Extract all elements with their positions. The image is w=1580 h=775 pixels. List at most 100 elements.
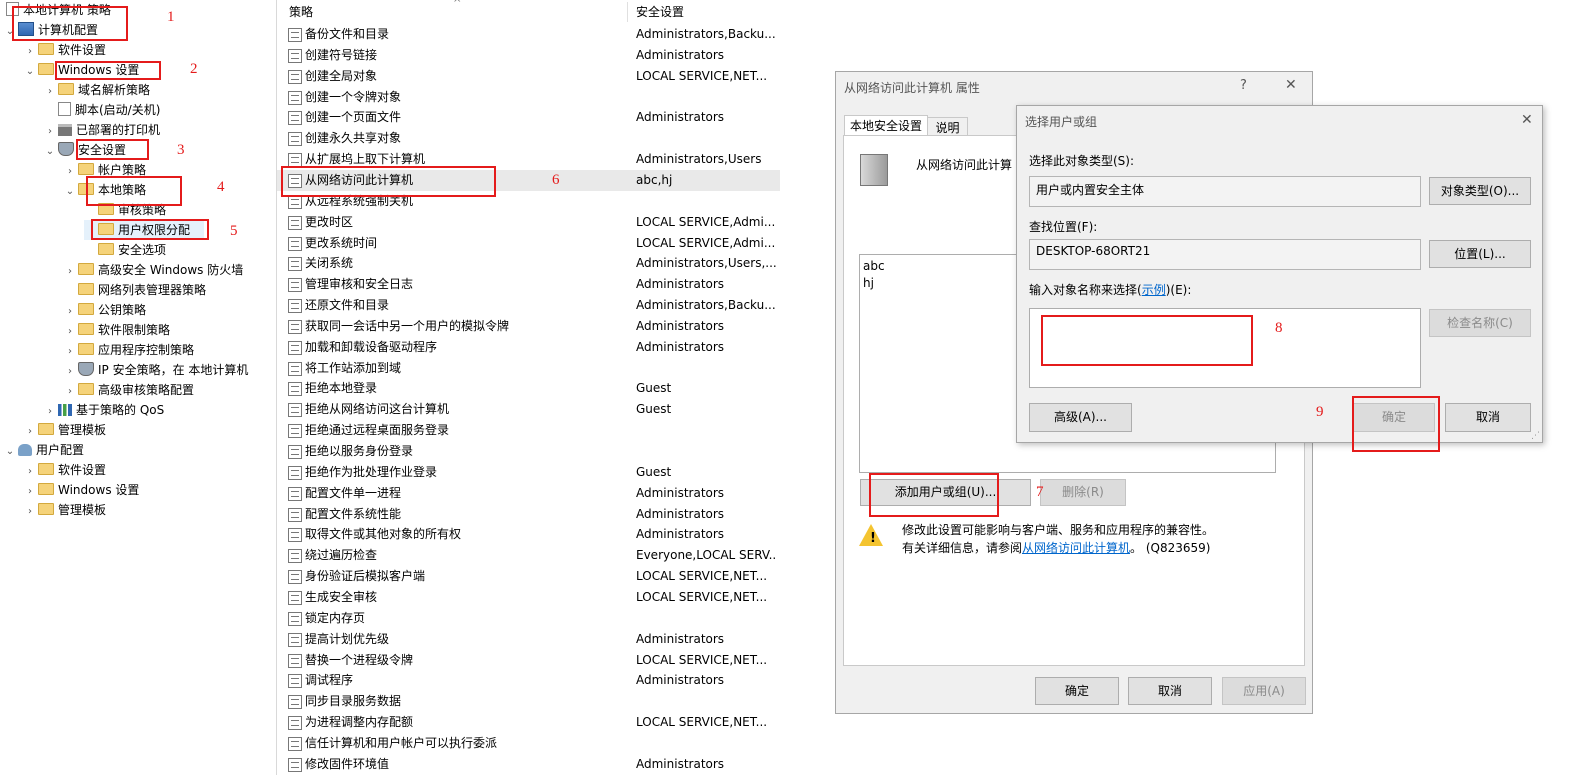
table-row[interactable]: 创建永久共享对象 [277, 128, 780, 149]
resize-grip-icon[interactable]: ⋰ [1531, 431, 1540, 441]
table-row[interactable]: 将工作站添加到域 [277, 358, 780, 379]
tree-u-admin-templates[interactable]: › 管理模板 [24, 500, 106, 520]
table-row[interactable]: 创建符号链接 Administrators [277, 45, 780, 66]
chevron-right-icon[interactable]: › [64, 262, 76, 282]
tree-software-settings[interactable]: › 软件设置 [24, 40, 106, 60]
table-row[interactable]: 替换一个进程级令牌 LOCAL SERVICE,NET... [277, 650, 780, 671]
chevron-right-icon[interactable]: › [24, 462, 36, 482]
policy-value-cell: Administrators [636, 506, 725, 521]
cancel-button[interactable]: 取消 [1128, 677, 1212, 705]
table-row[interactable]: 绕过遍历检查 Everyone,LOCAL SERV... [277, 545, 780, 566]
chevron-down-icon[interactable]: ⌄ [4, 442, 16, 462]
table-row[interactable]: 信任计算机和用户帐户可以执行委派 [277, 733, 780, 754]
cancel-button[interactable]: 取消 [1445, 403, 1531, 432]
chevron-right-icon[interactable]: › [24, 502, 36, 522]
table-row[interactable]: 创建一个令牌对象 [277, 87, 780, 108]
tab-explain[interactable]: 说明 [928, 117, 968, 136]
tree-user-config[interactable]: ⌄ 用户配置 [4, 440, 84, 460]
tree-app-control[interactable]: › 应用程序控制策略 [64, 340, 194, 360]
chevron-right-icon[interactable]: › [24, 482, 36, 502]
object-type-button[interactable]: 对象类型(O)... [1429, 177, 1531, 205]
chevron-right-icon[interactable]: › [64, 382, 76, 402]
table-row[interactable]: 拒绝作为批处理作业登录 Guest [277, 462, 780, 483]
close-icon[interactable]: ✕ [1521, 112, 1533, 128]
chevron-right-icon[interactable]: › [64, 302, 76, 322]
tree-pubkey[interactable]: › 公钥策略 [64, 300, 146, 320]
chevron-right-icon[interactable]: › [24, 422, 36, 442]
script-icon [58, 102, 71, 116]
chevron-down-icon[interactable]: ⌄ [64, 182, 76, 202]
check-names-button[interactable]: 检查名称(C) [1429, 309, 1531, 337]
annotation-box [76, 139, 149, 160]
location-button[interactable]: 位置(L)... [1429, 240, 1531, 268]
chevron-right-icon[interactable]: › [44, 402, 56, 422]
table-row[interactable]: 获取同一会话中另一个用户的模拟令牌 Administrators [277, 316, 780, 337]
table-row[interactable]: 管理审核和安全日志 Administrators [277, 274, 780, 295]
close-icon[interactable]: ✕ [1285, 77, 1297, 93]
help-button[interactable]: ? [1240, 78, 1247, 93]
tree-u-software-settings[interactable]: › 软件设置 [24, 460, 106, 480]
chevron-right-icon[interactable]: › [24, 42, 36, 62]
table-row[interactable]: 备份文件和目录 Administrators,Backu... [277, 24, 780, 45]
policy-icon [288, 486, 302, 501]
table-row[interactable]: 拒绝本地登录 Guest [277, 378, 780, 399]
tree-u-windows-settings[interactable]: › Windows 设置 [24, 480, 139, 500]
chevron-right-icon[interactable]: › [64, 162, 76, 182]
table-row[interactable]: 生成安全审核 LOCAL SERVICE,NET... [277, 587, 780, 608]
table-row[interactable]: 配置文件系统性能 Administrators [277, 504, 780, 525]
list-item[interactable]: abc [863, 259, 885, 273]
table-row[interactable]: 调试程序 Administrators [277, 670, 780, 691]
examples-link[interactable]: 示例 [1142, 283, 1166, 297]
table-row[interactable]: 拒绝以服务身份登录 [277, 441, 780, 462]
table-row[interactable]: 加载和卸载设备驱动程序 Administrators [277, 337, 780, 358]
annotation-box [281, 166, 496, 197]
table-row[interactable]: 身份验证后模拟客户端 LOCAL SERVICE,NET... [277, 566, 780, 587]
policy-name-cell: 取得文件或其他对象的所有权 [305, 527, 462, 542]
chevron-right-icon[interactable]: › [64, 322, 76, 342]
policy-name-cell: 绕过遍历检查 [305, 548, 378, 563]
advanced-button[interactable]: 高级(A)... [1029, 403, 1132, 432]
column-divider[interactable] [627, 2, 628, 22]
list-item[interactable]: hj [863, 276, 874, 290]
chevron-right-icon[interactable]: › [44, 122, 56, 142]
chevron-down-icon[interactable]: ⌄ [44, 142, 56, 162]
tree-netlist[interactable]: 网络列表管理器策略 [64, 280, 206, 300]
table-row[interactable]: 还原文件和目录 Administrators,Backu... [277, 295, 780, 316]
ok-button[interactable]: 确定 [1035, 677, 1119, 705]
table-row[interactable]: 关闭系统 Administrators,Users,... [277, 253, 780, 274]
tree-adv-audit[interactable]: › 高级审核策略配置 [64, 380, 194, 400]
tree-admin-templates[interactable]: › 管理模板 [24, 420, 106, 440]
chevron-right-icon[interactable]: › [44, 82, 56, 102]
chevron-right-icon[interactable]: › [64, 342, 76, 362]
table-row[interactable]: 创建全局对象 LOCAL SERVICE,NET... [277, 66, 780, 87]
table-row[interactable]: 更改系统时间 LOCAL SERVICE,Admi... [277, 233, 780, 254]
column-header-policy[interactable]: 策略 [289, 2, 313, 22]
column-header-setting[interactable]: 安全设置 [636, 2, 684, 22]
table-row[interactable]: 修改固件环境值 Administrators [277, 754, 780, 775]
tree-scripts[interactable]: 脚本(启动/关机) [44, 100, 160, 120]
warning-text-2: 有关详细信息，请参阅从网络访问此计算机。 (Q823659) [902, 541, 1211, 555]
table-row[interactable]: 锁定内存页 [277, 608, 780, 629]
tree-qos[interactable]: › 基于策略的 QoS [44, 400, 164, 420]
tree-firewall[interactable]: › 高级安全 Windows 防火墙 [64, 260, 243, 280]
table-row[interactable]: 提高计划优先级 Administrators [277, 629, 780, 650]
chevron-down-icon[interactable]: ⌄ [24, 62, 36, 82]
apply-button[interactable]: 应用(A) [1222, 677, 1306, 705]
table-row[interactable]: 取得文件或其他对象的所有权 Administrators [277, 524, 780, 545]
remove-button[interactable]: 删除(R) [1040, 479, 1126, 506]
table-row[interactable]: 拒绝从网络访问这台计算机 Guest [277, 399, 780, 420]
tree-ipsec[interactable]: › IP 安全策略，在 本地计算机 [64, 360, 248, 380]
table-row[interactable]: 拒绝通过远程桌面服务登录 [277, 420, 780, 441]
table-row[interactable]: 为进程调整内存配额 LOCAL SERVICE,NET... [277, 712, 780, 733]
tab-local-setting[interactable]: 本地安全设置 [844, 115, 928, 136]
tree-security-options[interactable]: 安全选项 [84, 240, 166, 260]
chevron-right-icon[interactable]: › [64, 362, 76, 382]
tree-printers[interactable]: › 已部署的打印机 [44, 120, 160, 140]
tree-software-restriction[interactable]: › 软件限制策略 [64, 320, 170, 340]
warning-link[interactable]: 从网络访问此计算机 [1022, 541, 1130, 555]
table-row[interactable]: 配置文件单一进程 Administrators [277, 483, 780, 504]
table-row[interactable]: 更改时区 LOCAL SERVICE,Admi... [277, 212, 780, 233]
tree-dns-policy[interactable]: › 域名解析策略 [44, 80, 150, 100]
table-row[interactable]: 同步目录服务数据 [277, 691, 780, 712]
table-row[interactable]: 创建一个页面文件 Administrators [277, 107, 780, 128]
